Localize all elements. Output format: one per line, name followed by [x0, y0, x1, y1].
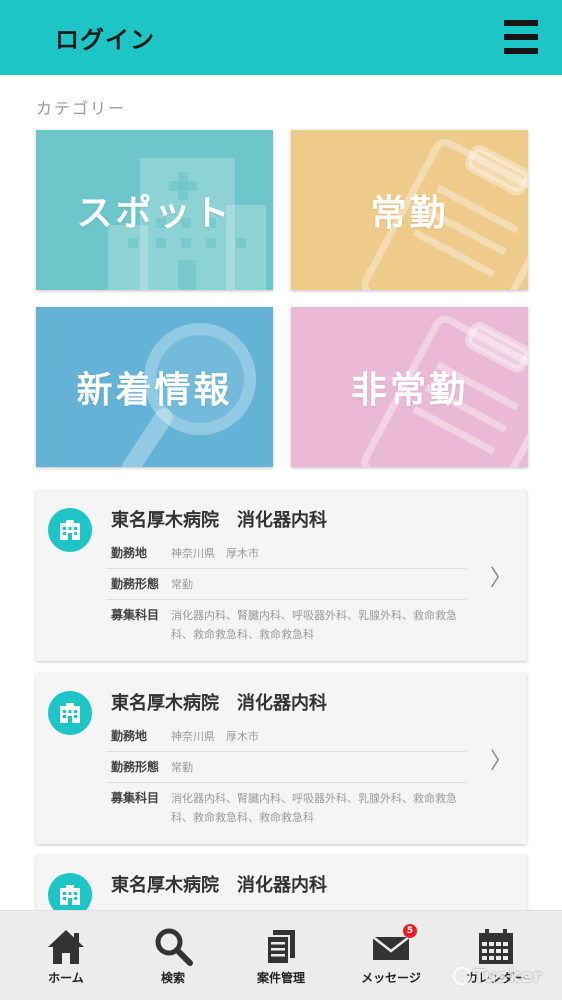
- job-card[interactable]: 東名厚木病院 消化器内科 勤務地 神奈川県 厚木市 勤務形態 常勤 募集科目 消…: [36, 490, 527, 661]
- unread-badge: 5: [403, 924, 417, 938]
- job-card[interactable]: 東名厚木病院 消化器内科 勤務地 神奈川県 厚木市 勤務形態 常勤 募集科目 消…: [36, 673, 527, 844]
- hamburger-icon[interactable]: [504, 20, 538, 54]
- hospital-icon: [48, 691, 92, 735]
- field-value: 消化器内科、腎臓内科、呼吸器外科、乳腺外科、救命救急科、救命救急科、救命救急科: [171, 792, 457, 824]
- field-location: 勤務地 神奈川県 厚木市: [106, 538, 466, 569]
- field-employment-type: 勤務形態 常勤: [106, 569, 466, 600]
- field-label: 募集科目: [111, 608, 160, 622]
- search-icon: [155, 928, 193, 966]
- field-departments: 募集科目 消化器内科、腎臓内科、呼吸器外科、乳腺外科、救命救急科、救命救急科、救…: [106, 783, 466, 833]
- field-departments: 募集科目 消化器内科、腎臓内科、呼吸器外科、乳腺外科、救命救急科、救命救急科、救…: [106, 600, 466, 650]
- documents-icon: [266, 930, 295, 965]
- hospital-name: 東名厚木病院 消化器内科: [111, 875, 327, 896]
- app-header: ログイン: [0, 0, 562, 75]
- tab-label: メッセージ: [361, 971, 421, 985]
- tile-label: スポット: [76, 193, 233, 234]
- tile-label: 新着情報: [76, 370, 233, 411]
- field-value: 神奈川県 厚木市: [171, 547, 259, 560]
- tile-label: 非常勤: [350, 370, 468, 411]
- watermark-text: Tusker: [473, 966, 543, 987]
- category-tile-news[interactable]: 新着情報: [36, 307, 273, 467]
- tab-label: 案件管理: [256, 971, 305, 985]
- chevron-right-icon[interactable]: 〉: [490, 560, 512, 592]
- field-location: 勤務地 神奈川県 厚木市: [106, 721, 466, 752]
- hospital-name: 東名厚木病院 消化器内科: [111, 693, 327, 714]
- category-tile-parttime[interactable]: 非常勤: [291, 307, 528, 467]
- hospital-name: 東名厚木病院 消化器内科: [111, 510, 327, 531]
- job-card[interactable]: 東名厚木病院 消化器内科: [36, 855, 527, 917]
- chevron-right-icon[interactable]: 〉: [490, 743, 512, 775]
- tile-label: 常勤: [370, 193, 449, 234]
- field-label: 勤務地: [111, 729, 148, 743]
- field-label: 勤務形態: [111, 577, 160, 591]
- field-value: 神奈川県 厚木市: [171, 730, 259, 743]
- field-value: 常勤: [171, 761, 193, 774]
- tab-case-management[interactable]: 案件管理: [225, 911, 337, 1000]
- field-label: 勤務形態: [111, 760, 160, 774]
- tab-messages[interactable]: 5 メッセージ: [335, 911, 447, 1000]
- category-tile-fulltime[interactable]: 常勤: [291, 130, 528, 290]
- tab-label: 検索: [160, 971, 185, 985]
- hospital-icon: [48, 508, 92, 552]
- page-title[interactable]: ログイン: [55, 20, 155, 55]
- calendar-icon: [479, 929, 513, 964]
- home-icon: [48, 930, 84, 964]
- field-value: 消化器内科、腎臓内科、呼吸器外科、乳腺外科、救命救急科、救命救急科、救命救急科: [171, 609, 457, 641]
- field-label: 勤務地: [111, 546, 148, 560]
- field-value: 常勤: [171, 578, 193, 591]
- tab-home[interactable]: ホーム: [10, 911, 122, 1000]
- field-employment-type: 勤務形態 常勤: [106, 752, 466, 783]
- tab-search[interactable]: 検索: [117, 911, 229, 1000]
- tab-label: ホーム: [48, 971, 84, 985]
- field-label: 募集科目: [111, 791, 160, 805]
- watermark-logo: Tusker: [453, 966, 542, 987]
- category-tile-spot[interactable]: スポット: [36, 130, 273, 290]
- category-heading: カテゴリー: [36, 99, 127, 118]
